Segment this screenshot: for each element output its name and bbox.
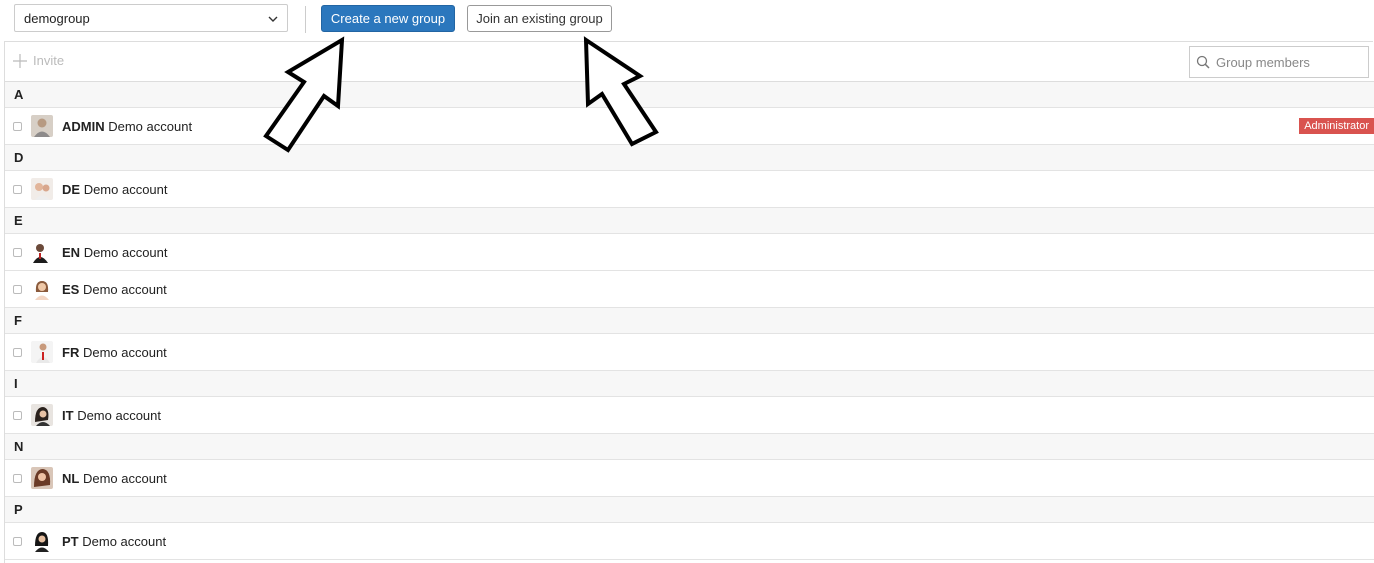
member-label: Demo account bbox=[77, 407, 162, 423]
invite-label: Invite bbox=[33, 53, 65, 68]
avatar bbox=[31, 530, 53, 552]
section-header: N bbox=[5, 434, 1374, 460]
table-row[interactable]: EN Demo account bbox=[5, 234, 1374, 271]
member-name: PT Demo account bbox=[62, 534, 166, 549]
member-code: PT bbox=[62, 533, 79, 549]
divider bbox=[305, 6, 306, 33]
member-code: FR bbox=[62, 344, 80, 360]
admin-badge: Administrator bbox=[1299, 118, 1374, 134]
member-code: IT bbox=[62, 407, 74, 423]
member-label: Demo account bbox=[83, 181, 168, 197]
members-panel: Invite Group members A ADMIN Demo accoun… bbox=[4, 41, 1374, 563]
top-bar: demogroup Create a new group Join an exi… bbox=[0, 0, 1374, 41]
section-header: A bbox=[5, 82, 1374, 108]
section-header: E bbox=[5, 208, 1374, 234]
member-name: ADMIN Demo account bbox=[62, 119, 192, 134]
group-select-value: demogroup bbox=[24, 10, 90, 26]
plus-icon bbox=[13, 53, 27, 68]
table-row[interactable]: DE Demo account bbox=[5, 171, 1374, 208]
members-toolbar: Invite Group members bbox=[5, 42, 1374, 82]
member-label: Demo account bbox=[82, 344, 167, 360]
avatar bbox=[31, 404, 53, 426]
avatar bbox=[31, 467, 53, 489]
member-name: IT Demo account bbox=[62, 408, 161, 423]
member-label: Demo account bbox=[82, 470, 167, 486]
group-select[interactable]: demogroup bbox=[14, 4, 288, 32]
row-checkbox[interactable] bbox=[13, 121, 22, 131]
search-placeholder: Group members bbox=[1216, 54, 1310, 70]
member-code: ADMIN bbox=[62, 118, 105, 134]
table-row[interactable]: FR Demo account bbox=[5, 334, 1374, 371]
row-checkbox[interactable] bbox=[13, 410, 22, 420]
avatar bbox=[31, 341, 53, 363]
section-header: P bbox=[5, 497, 1374, 523]
member-label: Demo account bbox=[82, 533, 167, 549]
avatar bbox=[31, 278, 53, 300]
table-row[interactable]: ES Demo account bbox=[5, 271, 1374, 308]
member-name: EN Demo account bbox=[62, 245, 168, 260]
row-checkbox[interactable] bbox=[13, 184, 22, 194]
row-checkbox[interactable] bbox=[13, 284, 22, 294]
member-code: DE bbox=[62, 181, 81, 197]
chevron-down-icon bbox=[268, 16, 278, 22]
avatar bbox=[31, 178, 53, 200]
search-icon bbox=[1196, 55, 1210, 69]
table-row[interactable]: PT Demo account bbox=[5, 523, 1374, 560]
row-checkbox[interactable] bbox=[13, 536, 22, 546]
row-checkbox[interactable] bbox=[13, 473, 22, 483]
section-header: I bbox=[5, 371, 1374, 397]
avatar bbox=[31, 241, 53, 263]
invite-button[interactable]: Invite bbox=[13, 53, 64, 68]
member-search-input[interactable]: Group members bbox=[1189, 46, 1369, 78]
member-list: A ADMIN Demo account Administrator D DE … bbox=[5, 82, 1374, 560]
table-row[interactable]: ADMIN Demo account Administrator bbox=[5, 108, 1374, 145]
member-label: Demo account bbox=[108, 118, 193, 134]
member-name: FR Demo account bbox=[62, 345, 167, 360]
section-header: F bbox=[5, 308, 1374, 334]
avatar bbox=[31, 115, 53, 137]
member-code: NL bbox=[62, 470, 80, 486]
table-row[interactable]: IT Demo account bbox=[5, 397, 1374, 434]
arrow-up-icon bbox=[583, 36, 659, 147]
join-group-button[interactable]: Join an existing group bbox=[467, 5, 612, 32]
member-label: Demo account bbox=[82, 281, 167, 297]
member-label: Demo account bbox=[83, 244, 168, 260]
create-group-button[interactable]: Create a new group bbox=[321, 5, 455, 32]
arrow-up-icon bbox=[263, 36, 345, 153]
row-checkbox[interactable] bbox=[13, 347, 22, 357]
member-code: EN bbox=[62, 244, 81, 260]
section-header: D bbox=[5, 145, 1374, 171]
member-code: ES bbox=[62, 281, 80, 297]
member-name: NL Demo account bbox=[62, 471, 167, 486]
table-row[interactable]: NL Demo account bbox=[5, 460, 1374, 497]
member-name: ES Demo account bbox=[62, 282, 167, 297]
row-checkbox[interactable] bbox=[13, 247, 22, 257]
member-name: DE Demo account bbox=[62, 182, 168, 197]
